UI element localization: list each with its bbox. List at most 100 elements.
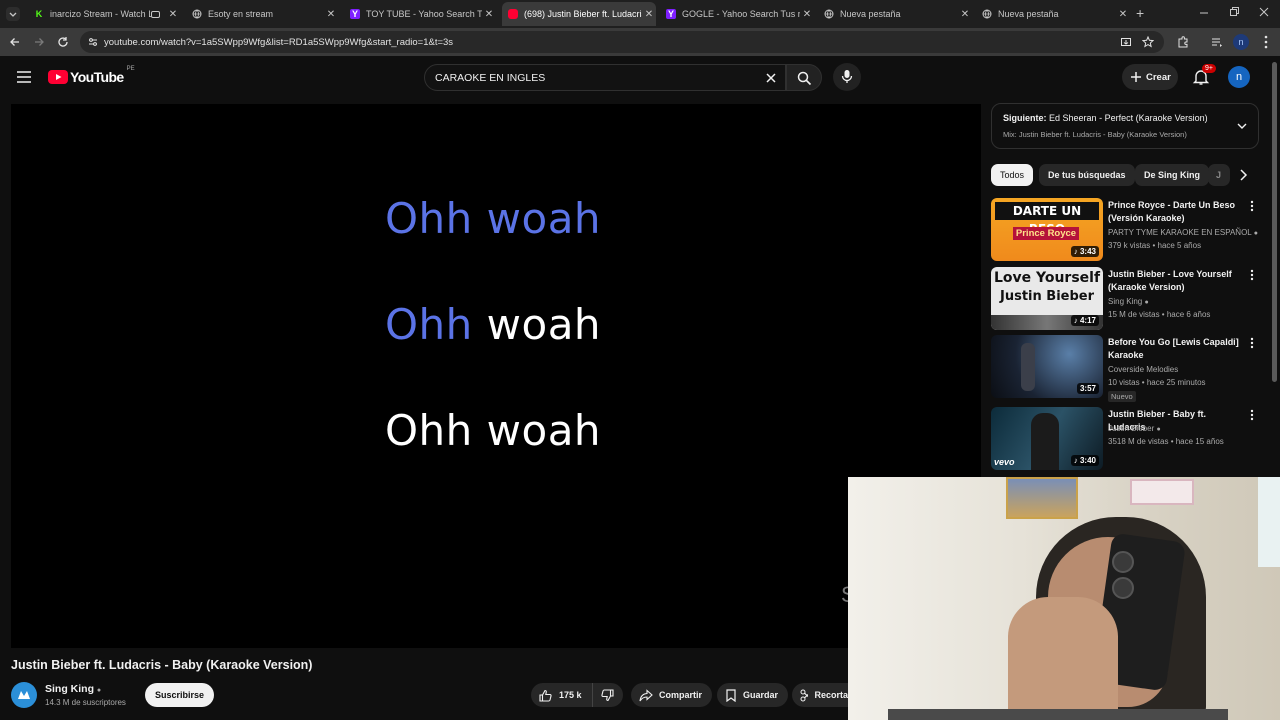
browser-tab-1[interactable]: Esoty en stream ✕ bbox=[186, 2, 338, 26]
page-scrollbar[interactable] bbox=[1272, 62, 1277, 382]
guide-menu-button[interactable] bbox=[16, 70, 32, 84]
notifications-button[interactable]: 9+ bbox=[1192, 64, 1216, 86]
verified-icon: ● bbox=[1144, 299, 1149, 306]
browser-tab-4[interactable]: Y GOGLE - Yahoo Search Tus resul ✕ bbox=[660, 2, 814, 26]
close-icon[interactable]: ✕ bbox=[800, 9, 814, 20]
more-actions-button[interactable] bbox=[1250, 269, 1254, 281]
recommendation-item[interactable]: vevo ♪ 3:40 Justin Bieber - Baby ft. Lud… bbox=[991, 407, 1261, 471]
duration-badge: ♪ 3:43 bbox=[1070, 246, 1099, 257]
minimize-button[interactable] bbox=[1196, 4, 1212, 20]
like-button[interactable]: 175 k bbox=[531, 683, 593, 707]
browser-tab-2[interactable]: Y TOY TUBE - Yahoo Search Tus re ✕ bbox=[344, 2, 496, 26]
dislike-button[interactable] bbox=[593, 688, 614, 702]
restore-button[interactable] bbox=[1226, 4, 1242, 20]
next-title: Ed Sheeran - Perfect (Karaoke Version) bbox=[1049, 113, 1208, 123]
tab-search-button[interactable] bbox=[6, 7, 20, 21]
youtube-logo[interactable]: YouTube PE bbox=[48, 66, 135, 85]
close-window-button[interactable] bbox=[1256, 4, 1272, 20]
more-vert-icon bbox=[1250, 269, 1254, 281]
video-thumbnail[interactable]: 3:57 bbox=[991, 335, 1103, 398]
clip-button[interactable]: Recorta bbox=[792, 683, 848, 707]
yahoo-icon: Y bbox=[666, 9, 676, 19]
close-icon[interactable]: ✕ bbox=[1116, 9, 1130, 20]
install-app-icon[interactable] bbox=[1120, 36, 1132, 48]
recommendation-item[interactable]: Love Yourself Justin Bieber ♪ 4:17 Justi… bbox=[991, 267, 1261, 331]
account-avatar[interactable]: n bbox=[1228, 66, 1250, 88]
recommendation-title[interactable]: Justin Bieber - Love Yourself (Karaoke V… bbox=[1108, 268, 1243, 294]
browser-tab-3-active[interactable]: (698) Justin Bieber ft. Ludacris ✕ bbox=[502, 2, 656, 26]
more-actions-button[interactable] bbox=[1250, 337, 1254, 349]
logo-text: YouTube bbox=[70, 69, 124, 85]
more-actions-button[interactable] bbox=[1250, 409, 1254, 421]
tab-title: (698) Justin Bieber ft. Ludacris bbox=[524, 9, 642, 19]
wall-picture bbox=[1006, 477, 1078, 519]
share-button[interactable]: Compartir bbox=[631, 683, 713, 707]
tab-title: inarcizo Stream - Watch Liv bbox=[50, 9, 151, 19]
video-thumbnail[interactable]: DARTE UN BESO Prince Royce ♪ 3:43 bbox=[991, 198, 1103, 261]
phone-camera-lens bbox=[1112, 577, 1134, 599]
chip-j[interactable]: J bbox=[1208, 164, 1230, 186]
recommendation-item[interactable]: DARTE UN BESO Prince Royce ♪ 3:43 Prince… bbox=[991, 198, 1261, 262]
close-icon bbox=[1259, 7, 1269, 17]
search-button[interactable] bbox=[786, 64, 822, 91]
video-thumbnail[interactable]: vevo ♪ 3:40 bbox=[991, 407, 1103, 470]
extensions-button[interactable] bbox=[1176, 35, 1190, 49]
chevron-down-icon[interactable] bbox=[1236, 120, 1248, 132]
close-icon[interactable]: ✕ bbox=[324, 9, 338, 20]
channel-avatar[interactable] bbox=[11, 682, 37, 708]
save-button[interactable]: Guardar bbox=[717, 683, 789, 707]
address-bar[interactable]: youtube.com/watch?v=1a5SWpp9Wfg&list=RD1… bbox=[80, 31, 1164, 53]
close-icon[interactable]: ✕ bbox=[166, 9, 180, 20]
clip-label: Recorta bbox=[814, 690, 848, 700]
more-actions-button[interactable] bbox=[1250, 200, 1254, 212]
browser-menu-button[interactable] bbox=[1260, 34, 1272, 50]
search-input[interactable]: CARAOKE EN INGLES bbox=[424, 64, 786, 91]
recommendation-channel[interactable]: PARTY TYME KARAOKE EN ESPAÑOL ● bbox=[1108, 228, 1258, 237]
back-button[interactable] bbox=[8, 35, 22, 49]
site-info-icon bbox=[89, 38, 97, 46]
browser-tab-0[interactable]: K inarcizo Stream - Watch Liv ✕ bbox=[28, 2, 180, 26]
channel-name[interactable]: Sing King ● bbox=[45, 683, 101, 695]
media-controls-button[interactable] bbox=[1210, 35, 1224, 49]
globe-icon bbox=[824, 9, 834, 19]
thumbs-down-icon bbox=[600, 688, 614, 701]
voice-search-button[interactable] bbox=[833, 63, 861, 91]
forward-button[interactable] bbox=[32, 35, 46, 49]
browser-tab-5[interactable]: Nueva pestaña ✕ bbox=[818, 2, 972, 26]
subscriber-count: 14.3 M de suscriptores bbox=[45, 698, 126, 707]
star-icon[interactable] bbox=[1142, 36, 1154, 48]
youtube-icon bbox=[508, 9, 518, 19]
clear-search-icon[interactable] bbox=[765, 72, 777, 84]
yahoo-icon: Y bbox=[350, 9, 360, 19]
duration-badge: ♪ 3:40 bbox=[1070, 455, 1099, 466]
recommendation-meta: 3518 M de vistas • hace 15 años bbox=[1108, 437, 1224, 446]
chip-de-sing-king[interactable]: De Sing King bbox=[1135, 164, 1209, 186]
recommendation-channel[interactable]: Coverside Melodies bbox=[1108, 365, 1178, 374]
subscribe-button[interactable]: Suscribirse bbox=[145, 683, 215, 707]
chip-todos[interactable]: Todos bbox=[991, 164, 1034, 186]
recommendation-title[interactable]: Before You Go [Lewis Capaldi] Karaoke bbox=[1108, 336, 1243, 362]
chip-de-tus-busquedas[interactable]: De tus búsquedas bbox=[1039, 164, 1135, 186]
recommendation-item[interactable]: 3:57 Before You Go [Lewis Capaldi] Karao… bbox=[991, 335, 1261, 402]
recommendation-channel[interactable]: Justin Bieber ● bbox=[1108, 424, 1161, 433]
wall-frame bbox=[1130, 479, 1194, 505]
close-icon[interactable]: ✕ bbox=[958, 9, 972, 20]
autoplay-next-panel[interactable]: Siguiente: Ed Sheeran - Perfect (Karaoke… bbox=[991, 103, 1259, 149]
create-button[interactable]: Crear bbox=[1122, 64, 1178, 90]
close-icon[interactable]: ✕ bbox=[482, 9, 496, 20]
browser-tab-6[interactable]: Nueva pestaña ✕ bbox=[976, 2, 1130, 26]
recommendation-channel[interactable]: Sing King ● bbox=[1108, 297, 1149, 306]
duration-badge: 3:57 bbox=[1076, 383, 1099, 394]
video-thumbnail[interactable]: Love Yourself Justin Bieber ♪ 4:17 bbox=[991, 267, 1103, 330]
reload-icon bbox=[58, 37, 68, 47]
profile-avatar[interactable]: n bbox=[1233, 34, 1249, 50]
tab-title: Esoty en stream bbox=[208, 9, 274, 19]
search-icon bbox=[797, 71, 812, 86]
video-title: Justin Bieber ft. Ludacris - Baby (Karao… bbox=[11, 658, 313, 672]
video-player[interactable]: Ohh woah Ohh woah Ohh woah S bbox=[11, 104, 981, 648]
close-icon[interactable]: ✕ bbox=[642, 9, 656, 20]
recommendation-title[interactable]: Prince Royce - Darte Un Beso (Versión Ka… bbox=[1108, 199, 1243, 225]
reload-button[interactable] bbox=[56, 35, 70, 49]
chips-next-button[interactable] bbox=[1234, 166, 1252, 184]
new-tab-button[interactable]: + bbox=[1136, 5, 1144, 21]
